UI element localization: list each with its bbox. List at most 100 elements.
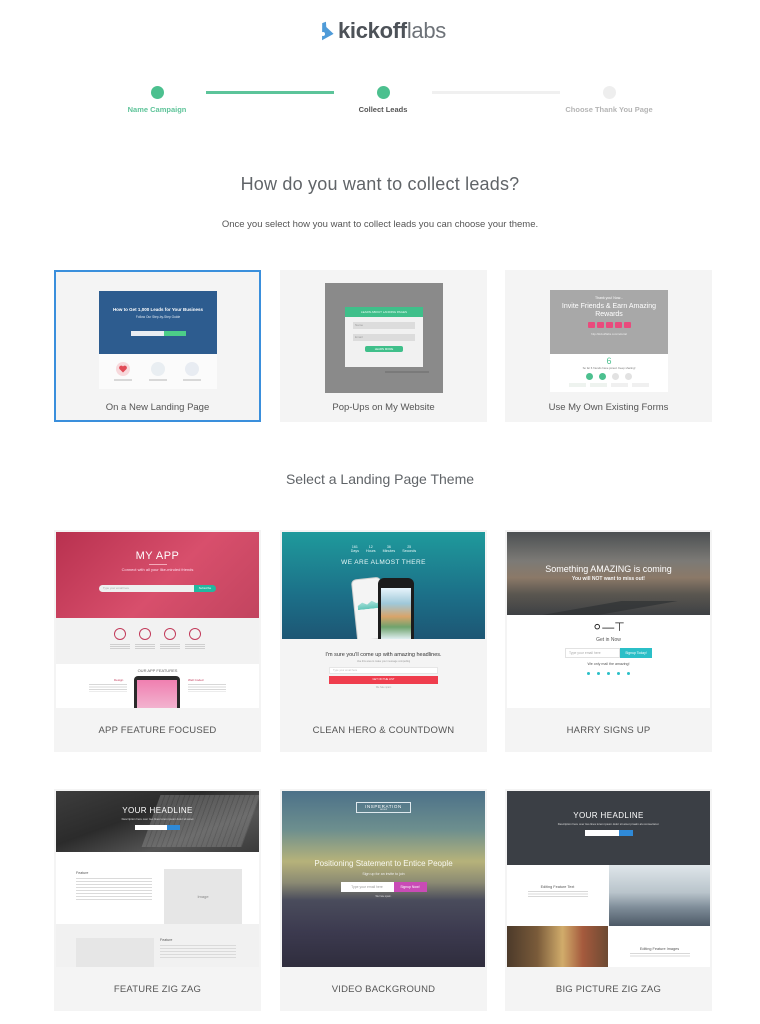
- preview-feature-row: Feature: [56, 924, 259, 967]
- preview-subline: You will NOT want to miss out!: [572, 576, 645, 582]
- preview-headline: Invite Friends & Earn Amazing Rewards: [561, 303, 657, 318]
- clock-icon: [114, 628, 126, 640]
- preview-headline: Positioning Statement to Entice People: [314, 859, 453, 868]
- preview-text-line: [185, 644, 205, 650]
- social-icons: [507, 672, 710, 675]
- preview-headline: Something AMAZING is coming: [545, 564, 672, 574]
- preview-benefits: [56, 618, 259, 664]
- city-image: [609, 865, 710, 926]
- preview-feature-title: Feature: [76, 871, 89, 875]
- theme-preview: MY APP Connect with all your like-minded…: [56, 532, 259, 708]
- preview-headline: How to Get 1,000 Leads for Your Business: [112, 307, 204, 312]
- preview-text-line: [160, 644, 180, 650]
- theme-big-picture-zig-zag[interactable]: YOUR HEADLINE Description here over two …: [505, 789, 712, 1011]
- road-image: [507, 601, 710, 615]
- theme-preview: Something AMAZING is coming You will NOT…: [507, 532, 710, 708]
- reward-progress: [550, 373, 668, 380]
- preview-text-line: [76, 878, 152, 900]
- step-label: Choose Thank You Page: [565, 105, 653, 114]
- phone-image: [134, 676, 180, 708]
- preview-modal-header: LEARN ABOUT LANDING PAGES: [345, 307, 423, 317]
- preview-tagline: Connect with all your like-minded friend…: [121, 567, 194, 572]
- preview-form: [56, 825, 259, 830]
- preview-button: GET ON THE LIST: [329, 676, 438, 684]
- preview-feature-title: Editing Feature Images: [639, 947, 680, 951]
- preview-hero: INSPERATION GROUP Positioning Statement t…: [282, 791, 485, 967]
- theme-app-feature-focused[interactable]: MY APP Connect with all your like-minded…: [54, 530, 261, 752]
- existing-forms-preview: Thank you! Now... Invite Friends & Earn …: [550, 285, 668, 395]
- preview-footnote: We hate spam: [375, 686, 392, 689]
- preview-button: Signup Now!: [393, 882, 427, 892]
- option-label: On a New Landing Page: [105, 402, 210, 413]
- preview-count-text: So far 6 friends have joined. Keep shari…: [582, 366, 636, 370]
- step-collect-leads[interactable]: Collect Leads: [313, 86, 453, 114]
- progress-stepper: Name Campaign Collect Leads Choose Thank…: [0, 86, 760, 116]
- theme-video-background[interactable]: INSPERATION GROUP Positioning Statement t…: [280, 789, 487, 1011]
- preview-feature-row: Feature Image: [56, 852, 259, 924]
- theme-preview: YOUR HEADLINE Description here over two …: [56, 791, 259, 967]
- preview-count: 6: [606, 356, 612, 366]
- chart-icon: [185, 362, 199, 376]
- crowd-image: [507, 926, 608, 967]
- theme-label: FEATURE ZIG ZAG: [113, 984, 202, 995]
- theme-preview: YOUR HEADLINE Description here over two …: [507, 791, 710, 967]
- preview-form: Type your email here Signup Today!: [507, 648, 710, 658]
- countdown: 161 Days 12 Hours 36 Minutes 25 Seconds: [282, 545, 485, 553]
- option-label: Pop-Ups on My Website: [332, 402, 435, 413]
- option-existing-forms[interactable]: Thank you! Now... Invite Friends & Earn …: [505, 270, 712, 422]
- preview-name-field: Name: [353, 322, 415, 329]
- theme-label: HARRY SIGNS UP: [566, 725, 651, 736]
- preview-body: 6 So far 6 friends have joined. Keep sha…: [550, 354, 668, 392]
- preview-features: OUR APP FEATURES Design Well Coded: [56, 664, 259, 708]
- theme-clean-hero-countdown[interactable]: 161 Days 12 Hours 36 Minutes 25 Seconds WE A…: [280, 530, 487, 752]
- preview-body: [99, 354, 217, 389]
- preview-hero: Something AMAZING is coming You will NOT…: [507, 532, 710, 615]
- option-popups[interactable]: LEARN ABOUT LANDING PAGES Name Email LEA…: [280, 270, 487, 422]
- preview-image-placeholder: Image: [164, 869, 242, 924]
- preview-text-line: [160, 945, 236, 959]
- preview-kicker: Thank you! Now...: [594, 296, 623, 300]
- brand-logo[interactable]: kickofflabs: [0, 18, 760, 44]
- theme-preview: INSPERATION GROUP Positioning Statement t…: [282, 791, 485, 967]
- preview-form: Type your email here Signup Now!: [282, 882, 485, 892]
- preview-subline: Follow Our Step-by-Step Guide: [135, 315, 181, 319]
- preview-email-field: Type your email here: [99, 585, 194, 592]
- theme-label: VIDEO BACKGROUND: [331, 984, 436, 995]
- preview-text-line: [629, 953, 690, 958]
- preview-text-line: [188, 684, 226, 692]
- preview-form: Type your email here Subscribe: [99, 585, 216, 592]
- preview-subline: Use this area to make your message compe…: [356, 660, 411, 663]
- theme-feature-zig-zag[interactable]: YOUR HEADLINE Description here over two …: [54, 789, 261, 1011]
- theme-harry-signs-up[interactable]: Something AMAZING is coming You will NOT…: [505, 530, 712, 752]
- key-icon: ⚪—⊤: [592, 620, 625, 634]
- preview-feature-right: Well Coded: [188, 678, 204, 682]
- preview-feature-left: Design: [114, 678, 124, 682]
- preview-text-line: [114, 379, 132, 381]
- preview-cta-heading: Get in Now: [596, 637, 621, 643]
- preview-text-line: [149, 379, 167, 381]
- preview-headline: YOUR HEADLINE: [573, 811, 644, 820]
- clock-icon: [139, 628, 151, 640]
- step-name-campaign[interactable]: Name Campaign: [87, 86, 227, 114]
- preview-text-line: [385, 371, 429, 373]
- preview-description: Description here over two lines lorem ip…: [557, 822, 660, 826]
- theme-label: APP FEATURE FOCUSED: [98, 725, 217, 736]
- preview-email-field: Type your email here: [329, 667, 438, 674]
- clock-icon: [164, 628, 176, 640]
- preview-text-line: [135, 644, 155, 650]
- preview-image-placeholder: [76, 938, 154, 967]
- preview-modal: LEARN ABOUT LANDING PAGES Name Email LEA…: [345, 307, 423, 367]
- preview-hero: How to Get 1,000 Leads for Your Business…: [99, 291, 217, 354]
- keyboard-image: [141, 795, 259, 847]
- preview-logo: INSPERATION GROUP: [356, 802, 411, 813]
- preview-hero: 161 Days 12 Hours 36 Minutes 25 Seconds WE A…: [282, 532, 485, 642]
- preview-email-field: Email: [353, 334, 415, 341]
- preview-link: http://kickofflabs.com/referral: [591, 332, 627, 336]
- flask-icon: [321, 21, 334, 41]
- preview-features-heading: OUR APP FEATURES: [137, 668, 178, 673]
- preview-body-headline: I'm sure you'll come up with amazing hea…: [325, 652, 442, 658]
- countdown-seconds: 25 Seconds: [402, 545, 417, 553]
- heart-icon: [116, 362, 130, 376]
- option-new-landing-page[interactable]: How to Get 1,000 Leads for Your Business…: [54, 270, 261, 422]
- preview-email-field: Type your email here: [340, 882, 394, 892]
